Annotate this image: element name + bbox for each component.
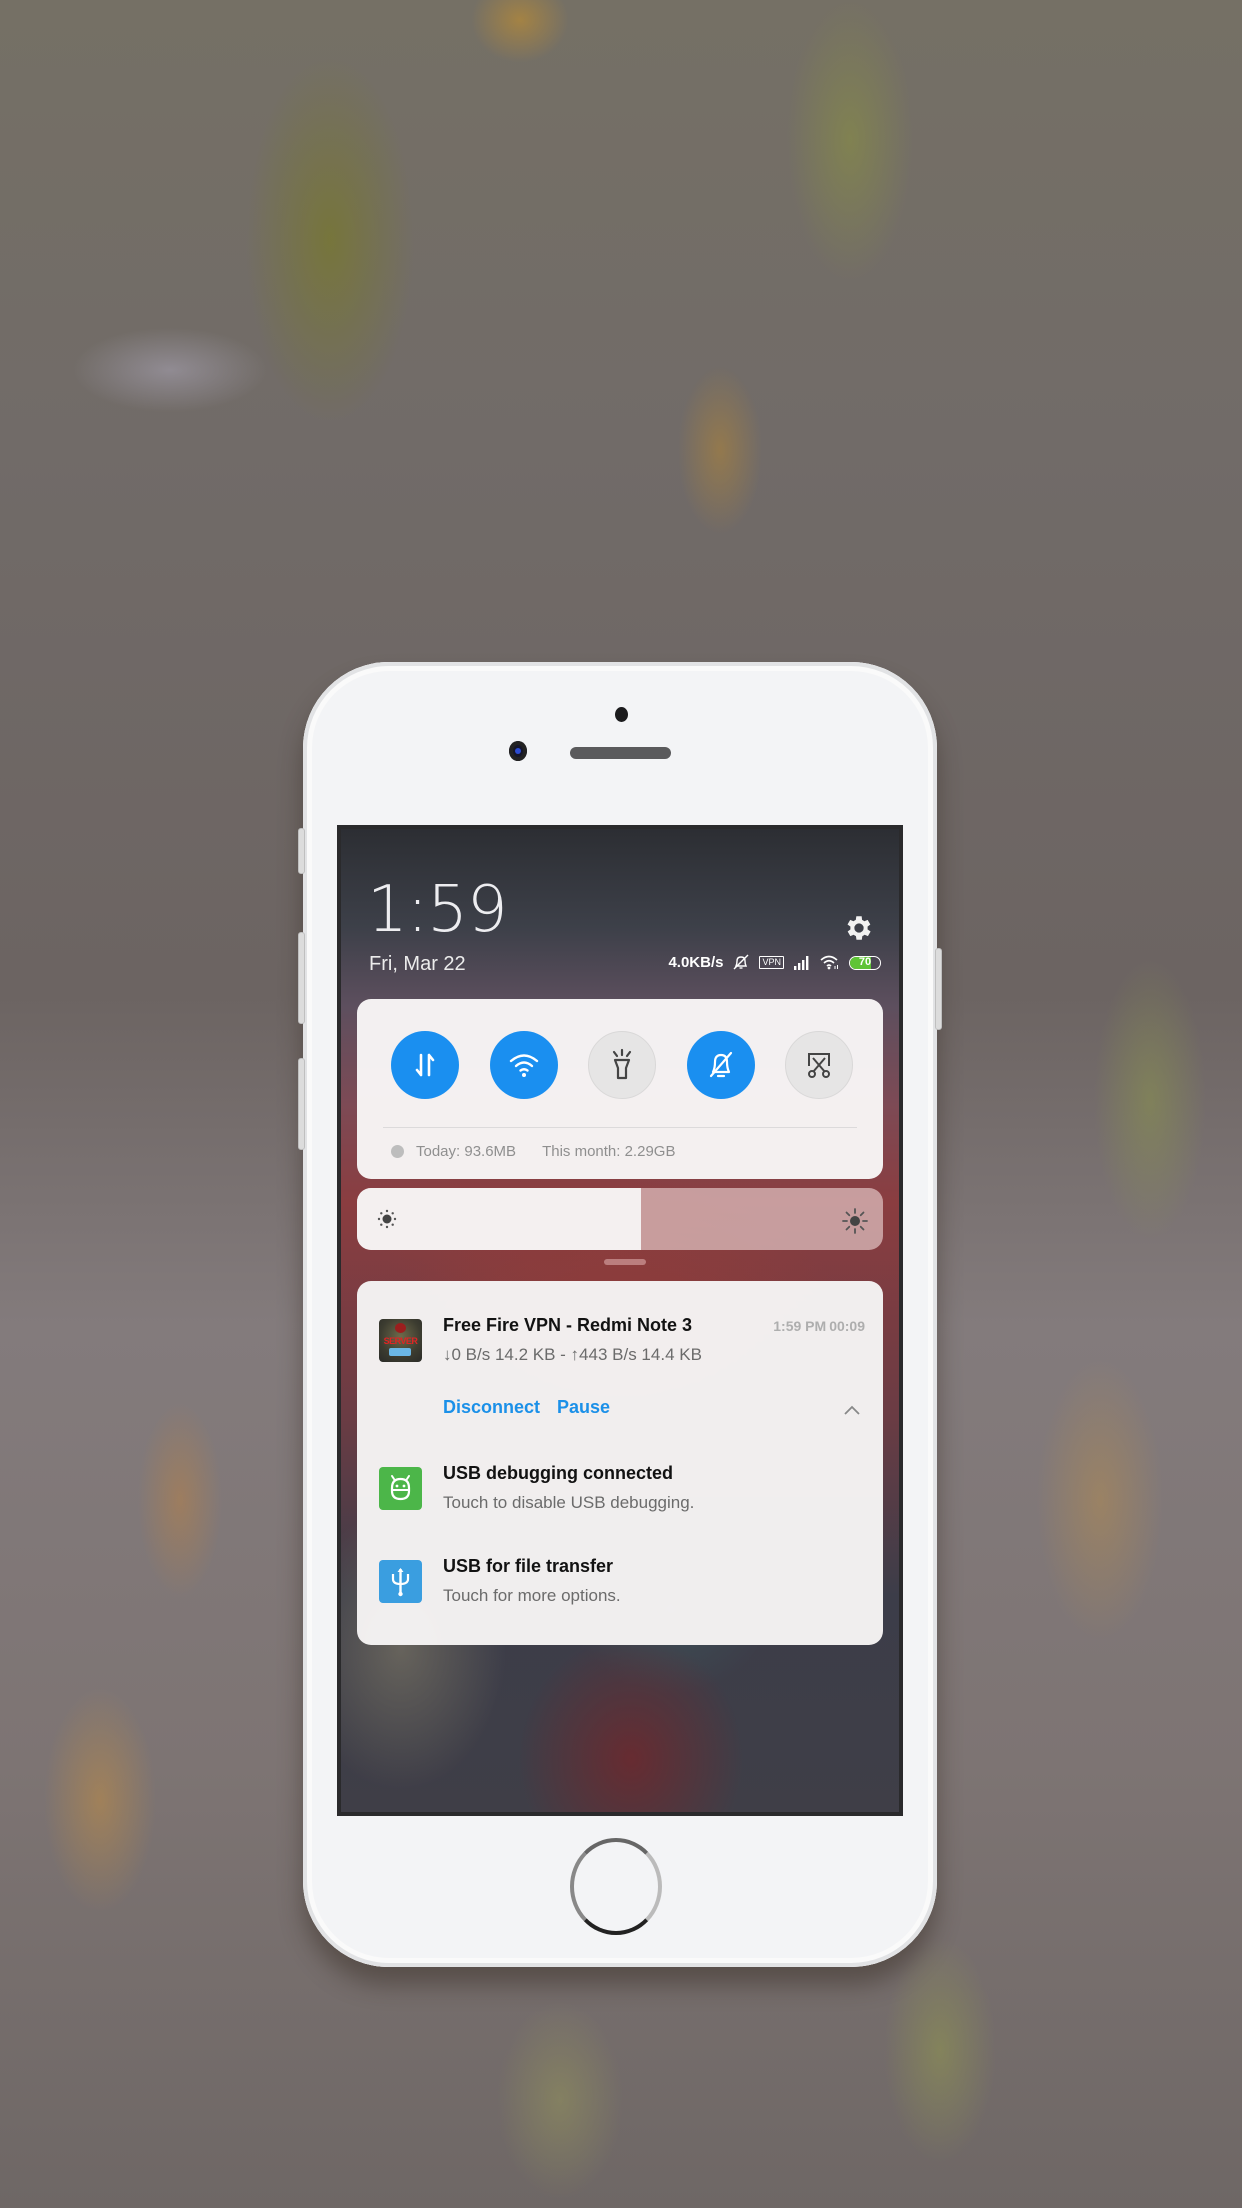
disconnect-button[interactable]: Disconnect (443, 1397, 540, 1418)
status-bar: 4.0KB/s VPN 70 (668, 954, 881, 971)
network-speed: 4.0KB/s (668, 954, 724, 971)
divider (383, 1127, 857, 1128)
wifi-icon (509, 1054, 539, 1077)
front-camera (509, 741, 527, 761)
brightness-level (357, 1188, 642, 1250)
date: Fri, Mar 22 (369, 953, 466, 975)
toggle-mobile-data[interactable] (391, 1031, 459, 1099)
data-usage-today: Today: 93.6MB (416, 1143, 517, 1160)
battery-icon: 70 (849, 955, 881, 970)
notification-usb-debugging[interactable]: USB debugging connected Touch to disable… (357, 1453, 883, 1533)
notification-title: USB debugging connected (443, 1463, 674, 1483)
notification-title: USB for file transfer (443, 1556, 614, 1576)
toggle-silent[interactable] (687, 1031, 755, 1099)
flashlight-icon (612, 1048, 632, 1080)
toggle-flashlight[interactable] (588, 1031, 656, 1099)
vpn-icon: VPN (759, 956, 784, 969)
signal-icon (794, 955, 809, 970)
data-usage-icon (391, 1145, 404, 1158)
android-debug-icon (379, 1467, 422, 1510)
clock: 1:59 (367, 873, 508, 947)
volume-down-button (298, 1058, 305, 1150)
proximity-sensor (615, 707, 628, 722)
collapse-chevron-icon[interactable] (843, 1401, 861, 1419)
bell-off-icon (709, 1051, 733, 1078)
notification-usb-file-transfer[interactable]: USB for file transfer Touch for more opt… (357, 1546, 883, 1626)
notification-shade: 1:59 Fri, Mar 22 4.0KB/s VPN 70 Today: 9… (337, 825, 903, 1816)
scissors-screenshot-icon (808, 1053, 830, 1078)
brightness-slider[interactable] (357, 1188, 883, 1250)
notification-text: ↓0 B/s 14.2 KB - ↑443 B/s 14.4 KB (443, 1345, 702, 1364)
gear-icon[interactable] (843, 912, 875, 944)
notification-text: Touch to disable USB debugging. (443, 1493, 695, 1512)
data-arrows-icon (415, 1053, 435, 1077)
toggle-wifi[interactable] (490, 1031, 558, 1099)
home-button[interactable] (570, 1838, 662, 1935)
earpiece-speaker (570, 747, 671, 759)
brightness-high-icon (842, 1208, 868, 1234)
notification-text: Touch for more options. (443, 1586, 621, 1605)
notification-duration: 00:09 (829, 1318, 865, 1334)
drag-handle[interactable] (604, 1259, 646, 1265)
volume-up-button (298, 932, 305, 1024)
vpn-app-icon: SERVER (379, 1319, 422, 1362)
power-button (935, 948, 942, 1030)
battery-percent: 70 (858, 955, 872, 968)
toggle-screenshot[interactable] (785, 1031, 853, 1099)
wifi-icon (820, 955, 838, 970)
mute-switch (298, 828, 305, 874)
pause-button[interactable]: Pause (557, 1397, 610, 1418)
brightness-low-icon (377, 1209, 397, 1229)
notification-time: 1:59 PM 00:09 (773, 1318, 865, 1334)
data-usage-month: This month: 2.29GB (542, 1143, 676, 1160)
notifications-panel: SERVER Free Fire VPN - Redmi Note 3 ↓0 B… (357, 1281, 883, 1645)
data-usage[interactable]: Today: 93.6MB This month: 2.29GB (391, 1143, 675, 1160)
bell-off-icon (733, 954, 749, 970)
quick-settings-panel: Today: 93.6MB This month: 2.29GB (357, 999, 883, 1179)
usb-icon (379, 1560, 422, 1603)
notification-vpn[interactable]: SERVER Free Fire VPN - Redmi Note 3 ↓0 B… (357, 1281, 883, 1431)
notification-title: Free Fire VPN - Redmi Note 3 (443, 1315, 693, 1335)
